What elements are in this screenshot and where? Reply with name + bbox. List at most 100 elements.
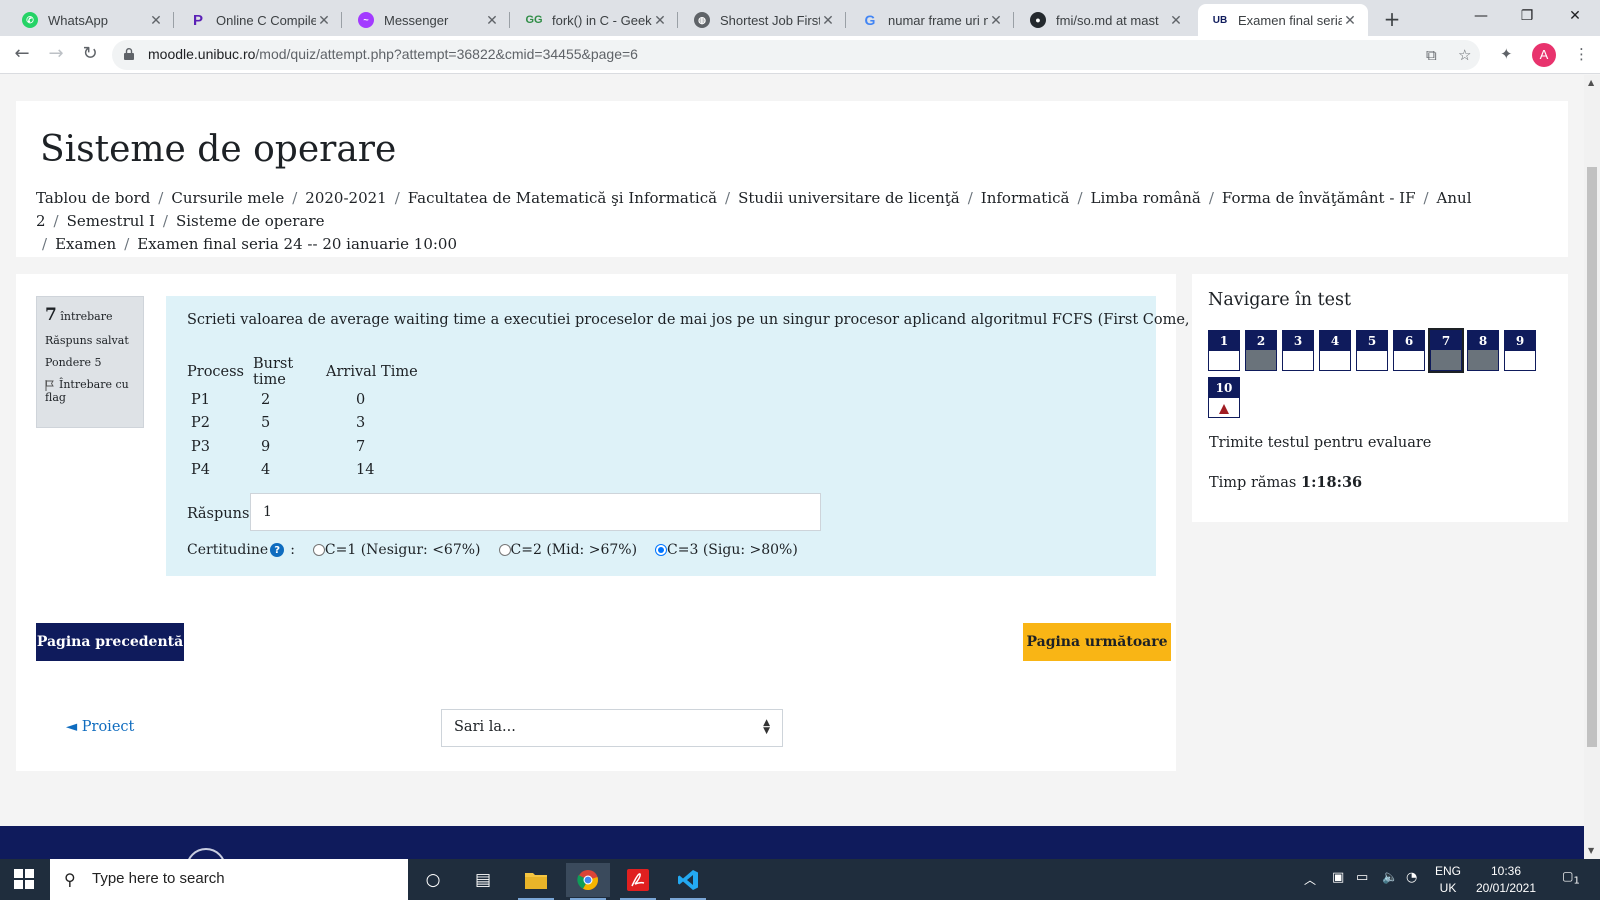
vscode-icon[interactable] — [666, 863, 710, 900]
quiz-nav-button-10[interactable]: 10 — [1208, 377, 1240, 418]
reload-icon[interactable]: ↻ — [77, 42, 103, 68]
table-cell: 3 — [356, 415, 366, 432]
process-table: Process Burst time Arrival Time P1 2 0 P… — [187, 356, 418, 482]
browser-menu-icon[interactable]: ⋮ — [1574, 45, 1589, 63]
windows-start-icon[interactable] — [14, 869, 34, 889]
breadcrumb-item[interactable]: Tablou de bord — [36, 189, 150, 207]
close-tab-icon[interactable]: ✕ — [1342, 12, 1358, 29]
notification-count: 1 — [1573, 875, 1580, 887]
page-scrollbar[interactable]: ▲ ▼ — [1584, 75, 1600, 859]
device-icon[interactable]: ▣ — [1332, 870, 1344, 900]
table-header: Process — [187, 364, 245, 380]
previous-activity-link[interactable]: ◄ Proiect — [66, 719, 134, 735]
submit-attempt-link[interactable]: Trimite testul pentru evaluare — [1209, 435, 1431, 451]
close-tab-icon[interactable]: ✕ — [148, 12, 164, 29]
quiz-nav-button-8[interactable]: 8 — [1467, 330, 1499, 371]
breadcrumb-item[interactable]: Facultatea de Matematică şi Informatică — [408, 189, 717, 207]
file-explorer-icon[interactable] — [514, 863, 558, 900]
windows-taskbar: ⚲ Type here to search ○ ▤ ︿ ▣ ▭ 🔈 ◔ ENG U… — [0, 859, 1600, 900]
answer-input[interactable] — [250, 493, 821, 531]
close-window-button[interactable]: ✕ — [1552, 0, 1598, 34]
breadcrumb-item[interactable]: Forma de învăţământ - IF — [1222, 189, 1416, 207]
scroll-up-icon[interactable]: ▲ — [1588, 78, 1594, 87]
breadcrumb: Tablou de bord / Cursurile mele/2020-2021/… — [36, 189, 1472, 253]
breadcrumb-item[interactable]: Limba română — [1091, 189, 1201, 207]
wifi-icon[interactable]: ◔ — [1406, 870, 1417, 900]
help-icon[interactable]: ? — [270, 543, 285, 557]
restore-button[interactable]: ❐ — [1504, 0, 1550, 34]
close-tab-icon[interactable]: ✕ — [316, 12, 332, 29]
scroll-down-icon[interactable]: ▼ — [1588, 846, 1594, 855]
close-tab-icon[interactable]: ✕ — [1168, 12, 1184, 29]
search-icon: ⚲ — [64, 870, 76, 889]
table-cell: P4 — [191, 462, 210, 479]
certainty-radio-2[interactable] — [498, 544, 511, 556]
certainty-option-label: C=1 (Nesigur: <67%) — [324, 542, 481, 558]
acrobat-icon[interactable] — [616, 863, 660, 900]
close-tab-icon[interactable]: ✕ — [820, 12, 836, 29]
flag-label: Întrebare cu flag — [45, 378, 129, 404]
language-indicator[interactable]: ENG UK — [1432, 863, 1464, 900]
profile-avatar[interactable]: A — [1532, 43, 1556, 67]
breadcrumb-item[interactable]: Studii universitare de licenţă — [738, 189, 960, 207]
task-view-icon[interactable]: ▤ — [461, 863, 505, 897]
flag-question-toggle[interactable]: Întrebare cu flag — [45, 378, 135, 404]
breadcrumb-item[interactable]: Cursurile mele — [171, 189, 284, 207]
quiz-nav-button-7[interactable]: 7 — [1428, 328, 1464, 373]
volume-icon[interactable]: 🔈 — [1382, 870, 1398, 900]
new-tab-button[interactable]: + — [1378, 6, 1406, 34]
question-content: Scrieti valoarea de average waiting time… — [166, 296, 1296, 576]
previous-page-button[interactable]: Pagina precedentă — [36, 623, 184, 661]
flag-marker-icon — [1219, 404, 1229, 414]
tab-messenger[interactable]: ~ Messenger ✕ — [344, 4, 510, 36]
minimize-button[interactable]: — — [1458, 0, 1504, 34]
breadcrumb-item[interactable]: 2020-2021 — [305, 189, 386, 207]
breadcrumb-item[interactable]: Sisteme de operare — [176, 212, 324, 230]
cortana-icon[interactable]: ○ — [411, 863, 455, 897]
address-bar[interactable]: moodle.unibuc.ro/mod/quiz/attempt.php?at… — [112, 40, 1480, 70]
tab-shortest-job-first[interactable]: ◍ Shortest Job First ( ✕ — [680, 4, 846, 36]
quiz-nav-button-6[interactable]: 6 — [1393, 330, 1425, 371]
close-tab-icon[interactable]: ✕ — [652, 12, 668, 29]
breadcrumb-item[interactable]: Informatică — [981, 189, 1070, 207]
quiz-nav-button-1[interactable]: 1 — [1208, 330, 1240, 371]
extensions-icon[interactable]: ✦ — [1500, 45, 1513, 63]
back-icon[interactable]: ← — [9, 42, 35, 68]
quiz-nav-button-3[interactable]: 3 — [1282, 330, 1314, 371]
notifications-icon[interactable]: ▢1 — [1556, 869, 1586, 900]
certainty-radio-3[interactable] — [655, 544, 668, 556]
translate-icon[interactable]: ⧉ — [1426, 46, 1437, 64]
tab-github[interactable]: ● fmi/so.md at mast ✕ — [1016, 4, 1194, 36]
tab-examen-final[interactable]: UB Examen final seria ✕ — [1198, 4, 1368, 36]
keyboard-layout: UK — [1439, 881, 1457, 895]
bookmark-star-icon[interactable]: ☆ — [1458, 46, 1471, 64]
tab-whatsapp[interactable]: ✆ WhatsApp ✕ — [8, 4, 174, 36]
quiz-nav-button-4[interactable]: 4 — [1319, 330, 1351, 371]
clock-date: 20/01/2021 — [1475, 881, 1537, 895]
tab-geeksforgeeks[interactable]: GG fork() in C - Geeksf ✕ — [512, 4, 678, 36]
table-header: Burst time — [253, 356, 294, 388]
quiz-nav-button-2[interactable]: 2 — [1245, 330, 1277, 371]
certainty-radio-1[interactable] — [312, 544, 325, 556]
breadcrumb-item[interactable]: Examen — [55, 235, 116, 253]
breadcrumb-item[interactable]: Semestrul I — [67, 212, 155, 230]
tab-google-search[interactable]: G numar frame uri n ✕ — [848, 4, 1014, 36]
breadcrumb-item[interactable]: Examen final seria 24 -- 20 ianuarie 10:… — [137, 235, 457, 253]
chrome-icon[interactable] — [566, 863, 610, 900]
quiz-nav-button-9[interactable]: 9 — [1504, 330, 1536, 371]
jump-to-select[interactable]: Sari la... ▲ ▼ — [441, 709, 783, 747]
close-tab-icon[interactable]: ✕ — [988, 12, 1004, 29]
question-number: 7 — [45, 305, 57, 325]
battery-icon[interactable]: ▭ — [1356, 870, 1368, 900]
close-tab-icon[interactable]: ✕ — [484, 12, 500, 29]
scrollbar-thumb[interactable] — [1587, 167, 1597, 747]
google-icon: G — [864, 12, 876, 28]
next-page-button[interactable]: Pagina următoare — [1023, 623, 1171, 661]
show-hidden-icons[interactable]: ︿ — [1304, 871, 1316, 900]
taskbar-search-box[interactable]: ⚲ Type here to search — [50, 859, 408, 900]
clock[interactable]: 10:36 20/01/2021 — [1466, 863, 1546, 900]
tab-online-c-compiler[interactable]: P Online C Compiler ✕ — [176, 4, 342, 36]
forward-icon[interactable]: → — [43, 42, 69, 68]
browser-toolbar: ← → ↻ moodle.unibuc.ro/mod/quiz/attempt.… — [0, 36, 1600, 74]
quiz-nav-button-5[interactable]: 5 — [1356, 330, 1388, 371]
